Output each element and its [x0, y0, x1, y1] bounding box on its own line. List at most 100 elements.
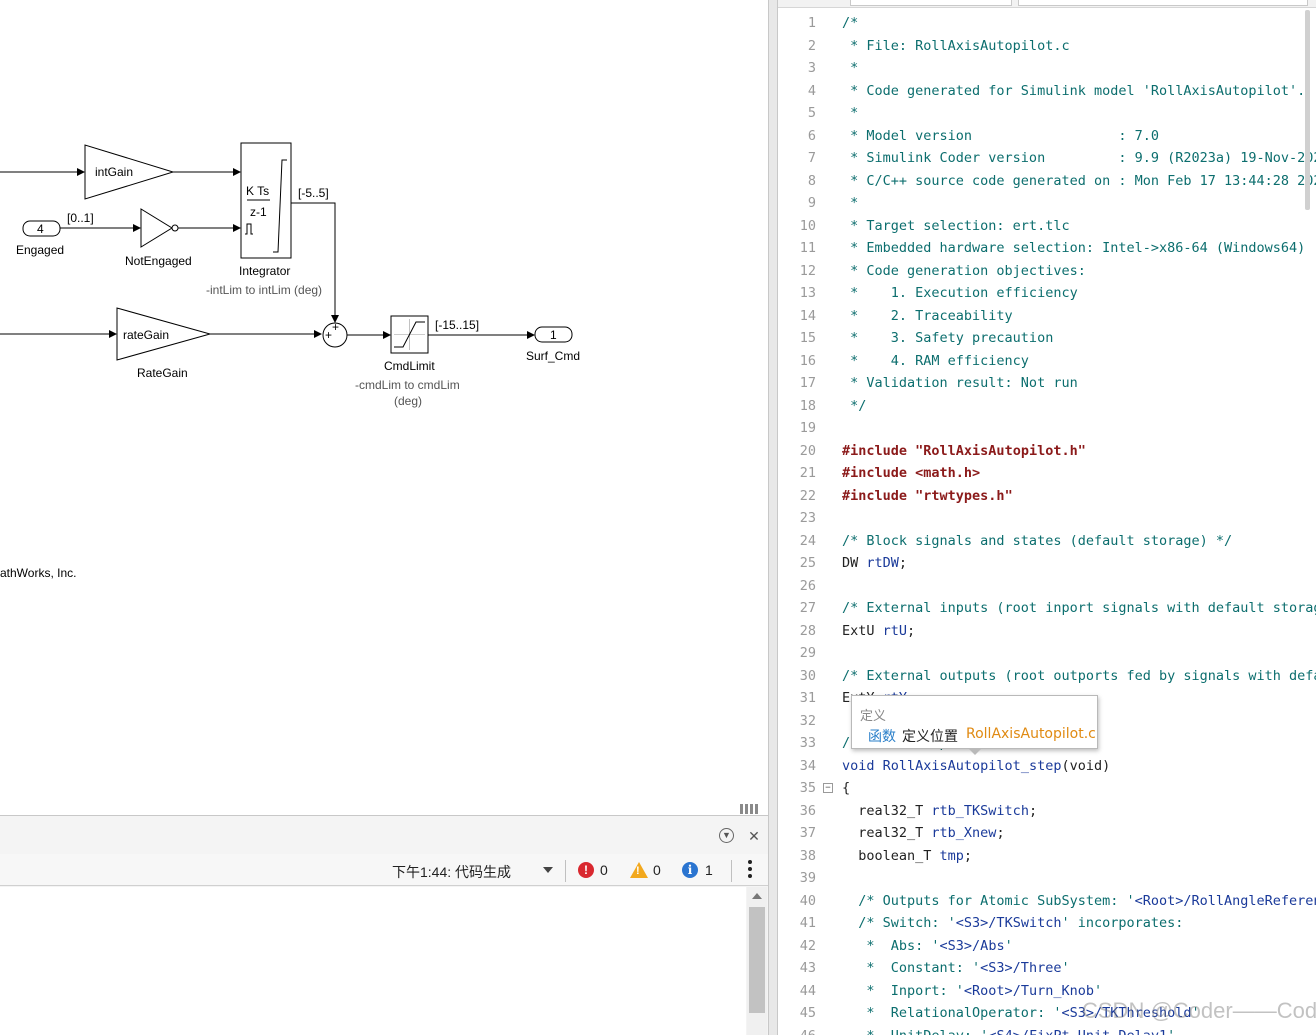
- code-line[interactable]: 1 /*: [778, 12, 1316, 35]
- code-text: *: [842, 57, 858, 80]
- code-line[interactable]: 34 void RollAxisAutopilot_step(void): [778, 755, 1316, 778]
- code-comment: * 1. Execution efficiency: [842, 285, 1078, 301]
- code-line[interactable]: 22 #include "rtwtypes.h": [778, 485, 1316, 508]
- line-number: 6: [807, 127, 816, 144]
- diagnostic-status-bar: 下午1:44: 代码生成 ! 0 ! 0 i 1: [0, 854, 768, 886]
- code-trace-link[interactable]: <S3>/TKSwitch: [956, 915, 1062, 931]
- code-line[interactable]: 8 * C/C++ source code generated on : Mon…: [778, 170, 1316, 193]
- line-number: 1: [807, 15, 816, 31]
- code-line[interactable]: 9 *: [778, 192, 1316, 215]
- code-line[interactable]: 25 DW rtDW;: [778, 552, 1316, 575]
- code-line[interactable]: 6 * Model version : 7.0: [778, 125, 1316, 148]
- diagnostic-panel: ▼ ✕ 下午1:44: 代码生成 ! 0 ! 0 i 1: [0, 815, 768, 1035]
- code-line[interactable]: 38 boolean_T tmp;: [778, 845, 1316, 868]
- tooltip-file-link[interactable]: RollAxisAutopilot.c: [966, 726, 1096, 742]
- code-punctuation: ;: [907, 622, 916, 639]
- code-file-selector[interactable]: [850, 0, 1012, 6]
- code-line[interactable]: 19: [778, 417, 1316, 440]
- code-comment: * 2. Traceability: [842, 307, 1013, 324]
- code-line[interactable]: 40 /* Outputs for Atomic SubSystem: '<Ro…: [778, 890, 1316, 913]
- code-line[interactable]: 16 * 4. RAM efficiency: [778, 350, 1316, 373]
- code-line[interactable]: 28 ExtU rtU;: [778, 620, 1316, 643]
- code-line[interactable]: 2 * File: RollAxisAutopilot.c: [778, 35, 1316, 58]
- integrator-block[interactable]: K Ts z-1: [240, 142, 292, 259]
- simulink-canvas[interactable]: intGain K Ts z-1 Integrator -intLim to i…: [0, 0, 768, 815]
- line-number: 29: [799, 645, 816, 661]
- code-type: DW: [842, 555, 859, 571]
- code-trace-link[interactable]: <S3>/Three: [980, 960, 1061, 976]
- close-icon[interactable]: ✕: [746, 828, 762, 844]
- code-line[interactable]: 5 *: [778, 102, 1316, 125]
- code-identifier: rtb_Xnew: [923, 825, 997, 841]
- rate-gain-block[interactable]: rateGain: [116, 307, 212, 361]
- code-line[interactable]: 11 * Embedded hardware selection: Intel-…: [778, 237, 1316, 260]
- code-line[interactable]: 46 * UnitDelay: '<S4>/FixPt Unit Delay1': [778, 1025, 1316, 1035]
- code-line[interactable]: 3 *: [778, 57, 1316, 80]
- signal-line-integrator-sum[interactable]: [291, 202, 339, 323]
- code-line[interactable]: 43 * Constant: '<S3>/Three': [778, 957, 1316, 980]
- code-identifier: RollAxisAutopilot_step: [874, 757, 1062, 774]
- code-line[interactable]: 37 real32_T rtb_Xnew;: [778, 822, 1316, 845]
- code-line[interactable]: 10 * Target selection: ert.tlc: [778, 215, 1316, 238]
- engaged-inport[interactable]: 4: [22, 220, 61, 237]
- canvas-resize-grip[interactable]: [740, 801, 766, 814]
- code-trace-link[interactable]: <S4>/FixPt Unit Delay1: [988, 1028, 1167, 1035]
- diagnostic-scrollbar[interactable]: [747, 887, 767, 1035]
- code-line[interactable]: 15 * 3. Safety precaution: [778, 327, 1316, 350]
- code-comment: * 3. Safety precaution: [842, 330, 1054, 346]
- code-line[interactable]: 35 {−: [778, 777, 1316, 800]
- code-line[interactable]: 17 * Validation result: Not run: [778, 372, 1316, 395]
- line-number: 45: [799, 1005, 816, 1021]
- code-line[interactable]: 18 */: [778, 395, 1316, 418]
- code-trace-link[interactable]: <S3>/Abs: [940, 938, 1005, 954]
- code-comment: *: [842, 195, 859, 211]
- code-line[interactable]: 27 /* External inputs (root inport signal…: [778, 597, 1316, 620]
- code-line[interactable]: 29: [778, 642, 1316, 665]
- cmd-limit-block[interactable]: [390, 315, 429, 354]
- code-trace-link[interactable]: <Root>/Turn_Knob: [964, 983, 1094, 999]
- code-line[interactable]: 7 * Simulink Coder version : 9.9 (R2023a…: [778, 147, 1316, 170]
- code-text: * 2. Traceability: [842, 305, 1013, 328]
- surf-cmd-outport[interactable]: 1: [534, 326, 573, 343]
- code-line[interactable]: 14 * 2. Traceability: [778, 305, 1316, 328]
- code-line[interactable]: 24 /* Block signals and states (default s…: [778, 530, 1316, 553]
- code-trace-link[interactable]: <Root>/RollAngleReference: [1135, 893, 1316, 909]
- line-number: 9: [807, 195, 816, 211]
- tooltip-location-label: 定义位置: [902, 729, 958, 745]
- scroll-up-icon[interactable]: [752, 893, 762, 899]
- code-line[interactable]: 21 #include <math.h>: [778, 462, 1316, 485]
- code-line[interactable]: 42 * Abs: '<S3>/Abs': [778, 935, 1316, 958]
- error-icon[interactable]: !: [578, 862, 594, 878]
- code-function-selector[interactable]: [1018, 0, 1308, 6]
- code-line[interactable]: 30 /* External outputs (root outports fed…: [778, 665, 1316, 688]
- fold-toggle-icon[interactable]: −: [823, 783, 833, 793]
- int-gain-block[interactable]: intGain: [84, 144, 175, 200]
- code-line[interactable]: 26: [778, 575, 1316, 598]
- sum-block[interactable]: + +: [322, 320, 348, 348]
- code-view[interactable]: 1/* 2 * File: RollAxisAutopilot.c 3 * 4 * C…: [778, 0, 1316, 1035]
- code-line[interactable]: 23: [778, 507, 1316, 530]
- code-line[interactable]: 36 real32_T rtb_TKSwitch;: [778, 800, 1316, 823]
- more-options-icon[interactable]: [747, 860, 753, 880]
- integrator-numerator: K Ts: [246, 184, 269, 198]
- code-text: /* Outputs for Atomic SubSystem: '<Root>…: [842, 890, 1316, 913]
- code-text: ExtU rtU;: [842, 620, 915, 643]
- code-lines: 1/* 2 * File: RollAxisAutopilot.c 3 * 4 * C…: [778, 12, 1316, 1035]
- code-text: boolean_T tmp;: [842, 845, 972, 868]
- status-dropdown-icon[interactable]: [543, 867, 553, 873]
- not-engaged-block[interactable]: [140, 208, 179, 248]
- pane-splitter[interactable]: [768, 0, 778, 1035]
- code-line[interactable]: 13 * 1. Execution efficiency: [778, 282, 1316, 305]
- code-scrollbar[interactable]: [1305, 10, 1310, 210]
- code-line[interactable]: 12 * Code generation objectives:: [778, 260, 1316, 283]
- code-line[interactable]: 20 #include "RollAxisAutopilot.h": [778, 440, 1316, 463]
- info-icon[interactable]: i: [682, 862, 698, 878]
- status-message[interactable]: 下午1:44: 代码生成: [392, 862, 511, 882]
- code-line[interactable]: 39: [778, 867, 1316, 890]
- code-line[interactable]: 4 * Code generated for Simulink model 'R…: [778, 80, 1316, 103]
- code-line[interactable]: 41 /* Switch: '<S3>/TKSwitch' incorporat…: [778, 912, 1316, 935]
- code-comment: * C/C++ source code generated on : Mon F…: [842, 172, 1316, 189]
- chevron-down-icon[interactable]: ▼: [719, 828, 734, 843]
- warning-icon[interactable]: !: [630, 862, 648, 878]
- scroll-thumb[interactable]: [749, 907, 765, 1013]
